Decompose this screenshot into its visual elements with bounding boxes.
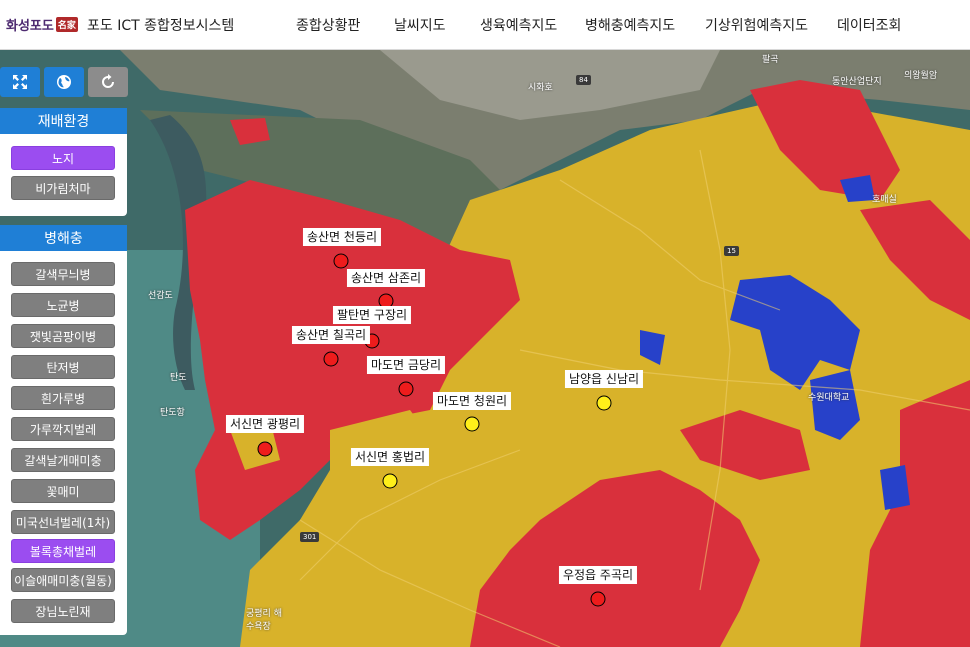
map-place-label: 의왕월암 — [904, 71, 938, 81]
fullscreen-icon — [13, 75, 27, 89]
nav-weather-risk-map[interactable]: 기상위험예측지도 — [705, 15, 808, 35]
main-nav: 종합상황판 날씨지도 생육예측지도 병해충예측지도 기상위험예측지도 데이터조회 — [0, 15, 970, 35]
site-marker[interactable] — [398, 381, 414, 397]
site-marker[interactable] — [323, 351, 339, 367]
pest-button[interactable]: 장님노린재 — [11, 599, 115, 623]
site-marker[interactable] — [590, 591, 606, 607]
pest-panel: 병해충 갈색무늬병 노균병 잿빛곰팡이병 탄저병 흰가루병 가루깍지벌레 갈색날… — [0, 225, 127, 635]
map-place-label: 선감도 — [148, 291, 173, 301]
app-root: 화성포도 名家 포도 ICT 종합정보시스템 종합상황판 날씨지도 생육예측지도… — [0, 0, 970, 647]
road-shield: 15 — [724, 246, 739, 256]
map-place-label: 호매실 — [872, 195, 897, 205]
marker-label: 송산면 삼존리 — [346, 269, 426, 287]
cultivation-panel: 재배환경 노지 비가림처마 — [0, 108, 127, 216]
pest-button[interactable]: 미국선녀벌레(1차) — [11, 510, 115, 534]
env-button-rain-shelter[interactable]: 비가림처마 — [11, 176, 115, 200]
env-button-open-field[interactable]: 노지 — [11, 146, 115, 170]
refresh-icon — [102, 74, 114, 88]
marker-label: 마도면 금당리 — [366, 356, 446, 374]
nav-pest-map[interactable]: 병해충예측지도 — [585, 15, 675, 35]
pest-button[interactable]: 탄저병 — [11, 355, 115, 379]
marker-label: 서신면 광평리 — [225, 415, 305, 433]
pest-button[interactable]: 노균병 — [11, 293, 115, 317]
top-header: 화성포도 名家 포도 ICT 종합정보시스템 종합상황판 날씨지도 생육예측지도… — [0, 0, 970, 50]
nav-growth-map[interactable]: 생육예측지도 — [480, 15, 557, 35]
map-place-label: 탄도항 — [160, 408, 185, 418]
fullscreen-button[interactable] — [0, 67, 40, 97]
globe-icon — [57, 75, 71, 89]
marker-label: 팔탄면 구장리 — [332, 306, 412, 324]
pest-button[interactable]: 가루깍지벌레 — [11, 417, 115, 441]
pest-button[interactable]: 잿빛곰팡이병 — [11, 324, 115, 348]
pest-button-active[interactable]: 볼록총채벌레 — [11, 539, 115, 563]
site-marker[interactable] — [257, 441, 273, 457]
marker-label: 송산면 천등리 — [302, 228, 382, 246]
site-marker[interactable] — [333, 253, 349, 269]
nav-dashboard[interactable]: 종합상황판 — [296, 15, 360, 35]
globe-button[interactable] — [44, 67, 84, 97]
nav-weather-map[interactable]: 날씨지도 — [394, 15, 446, 35]
pest-button[interactable]: 갈색무늬병 — [11, 262, 115, 286]
marker-label: 서신면 홍법리 — [350, 448, 430, 466]
site-marker[interactable] — [464, 416, 480, 432]
site-marker[interactable] — [382, 473, 398, 489]
road-shield: 84 — [576, 75, 591, 85]
marker-label: 송산면 칠곡리 — [291, 326, 371, 344]
marker-label: 우정읍 주곡리 — [558, 566, 638, 584]
pest-button[interactable]: 꽃매미 — [11, 479, 115, 503]
site-marker[interactable] — [596, 395, 612, 411]
pest-button[interactable]: 갈색날개매미충 — [11, 448, 115, 472]
marker-label: 남양읍 신남리 — [564, 370, 644, 388]
nav-data-query[interactable]: 데이터조회 — [837, 15, 901, 35]
road-shield: 301 — [300, 532, 320, 542]
map-place-label: 동안산업단지 — [832, 77, 882, 87]
marker-label: 마도면 청원리 — [432, 392, 512, 410]
map-place-label: 수원대학교 — [808, 393, 850, 403]
pest-button[interactable]: 흰가루병 — [11, 386, 115, 410]
map-place-label: 시화호 — [528, 83, 553, 93]
map-place-label: 팔곡 — [762, 55, 779, 65]
map-place-label: 궁평리 해수욕장 — [246, 609, 282, 632]
map-place-label: 탄도 — [170, 373, 187, 383]
pest-panel-title: 병해충 — [0, 225, 127, 251]
refresh-button[interactable] — [88, 67, 128, 97]
pest-button[interactable]: 이슬애매미충(월동) — [11, 568, 115, 592]
pest-forecast-map[interactable]: 시화호 선감도 탄도 탄도항 궁평리 해수욕장 팔곡 동안산업단지 의왕월암 호… — [0, 50, 970, 647]
cultivation-panel-title: 재배환경 — [0, 108, 127, 134]
map-canvas — [0, 50, 970, 647]
